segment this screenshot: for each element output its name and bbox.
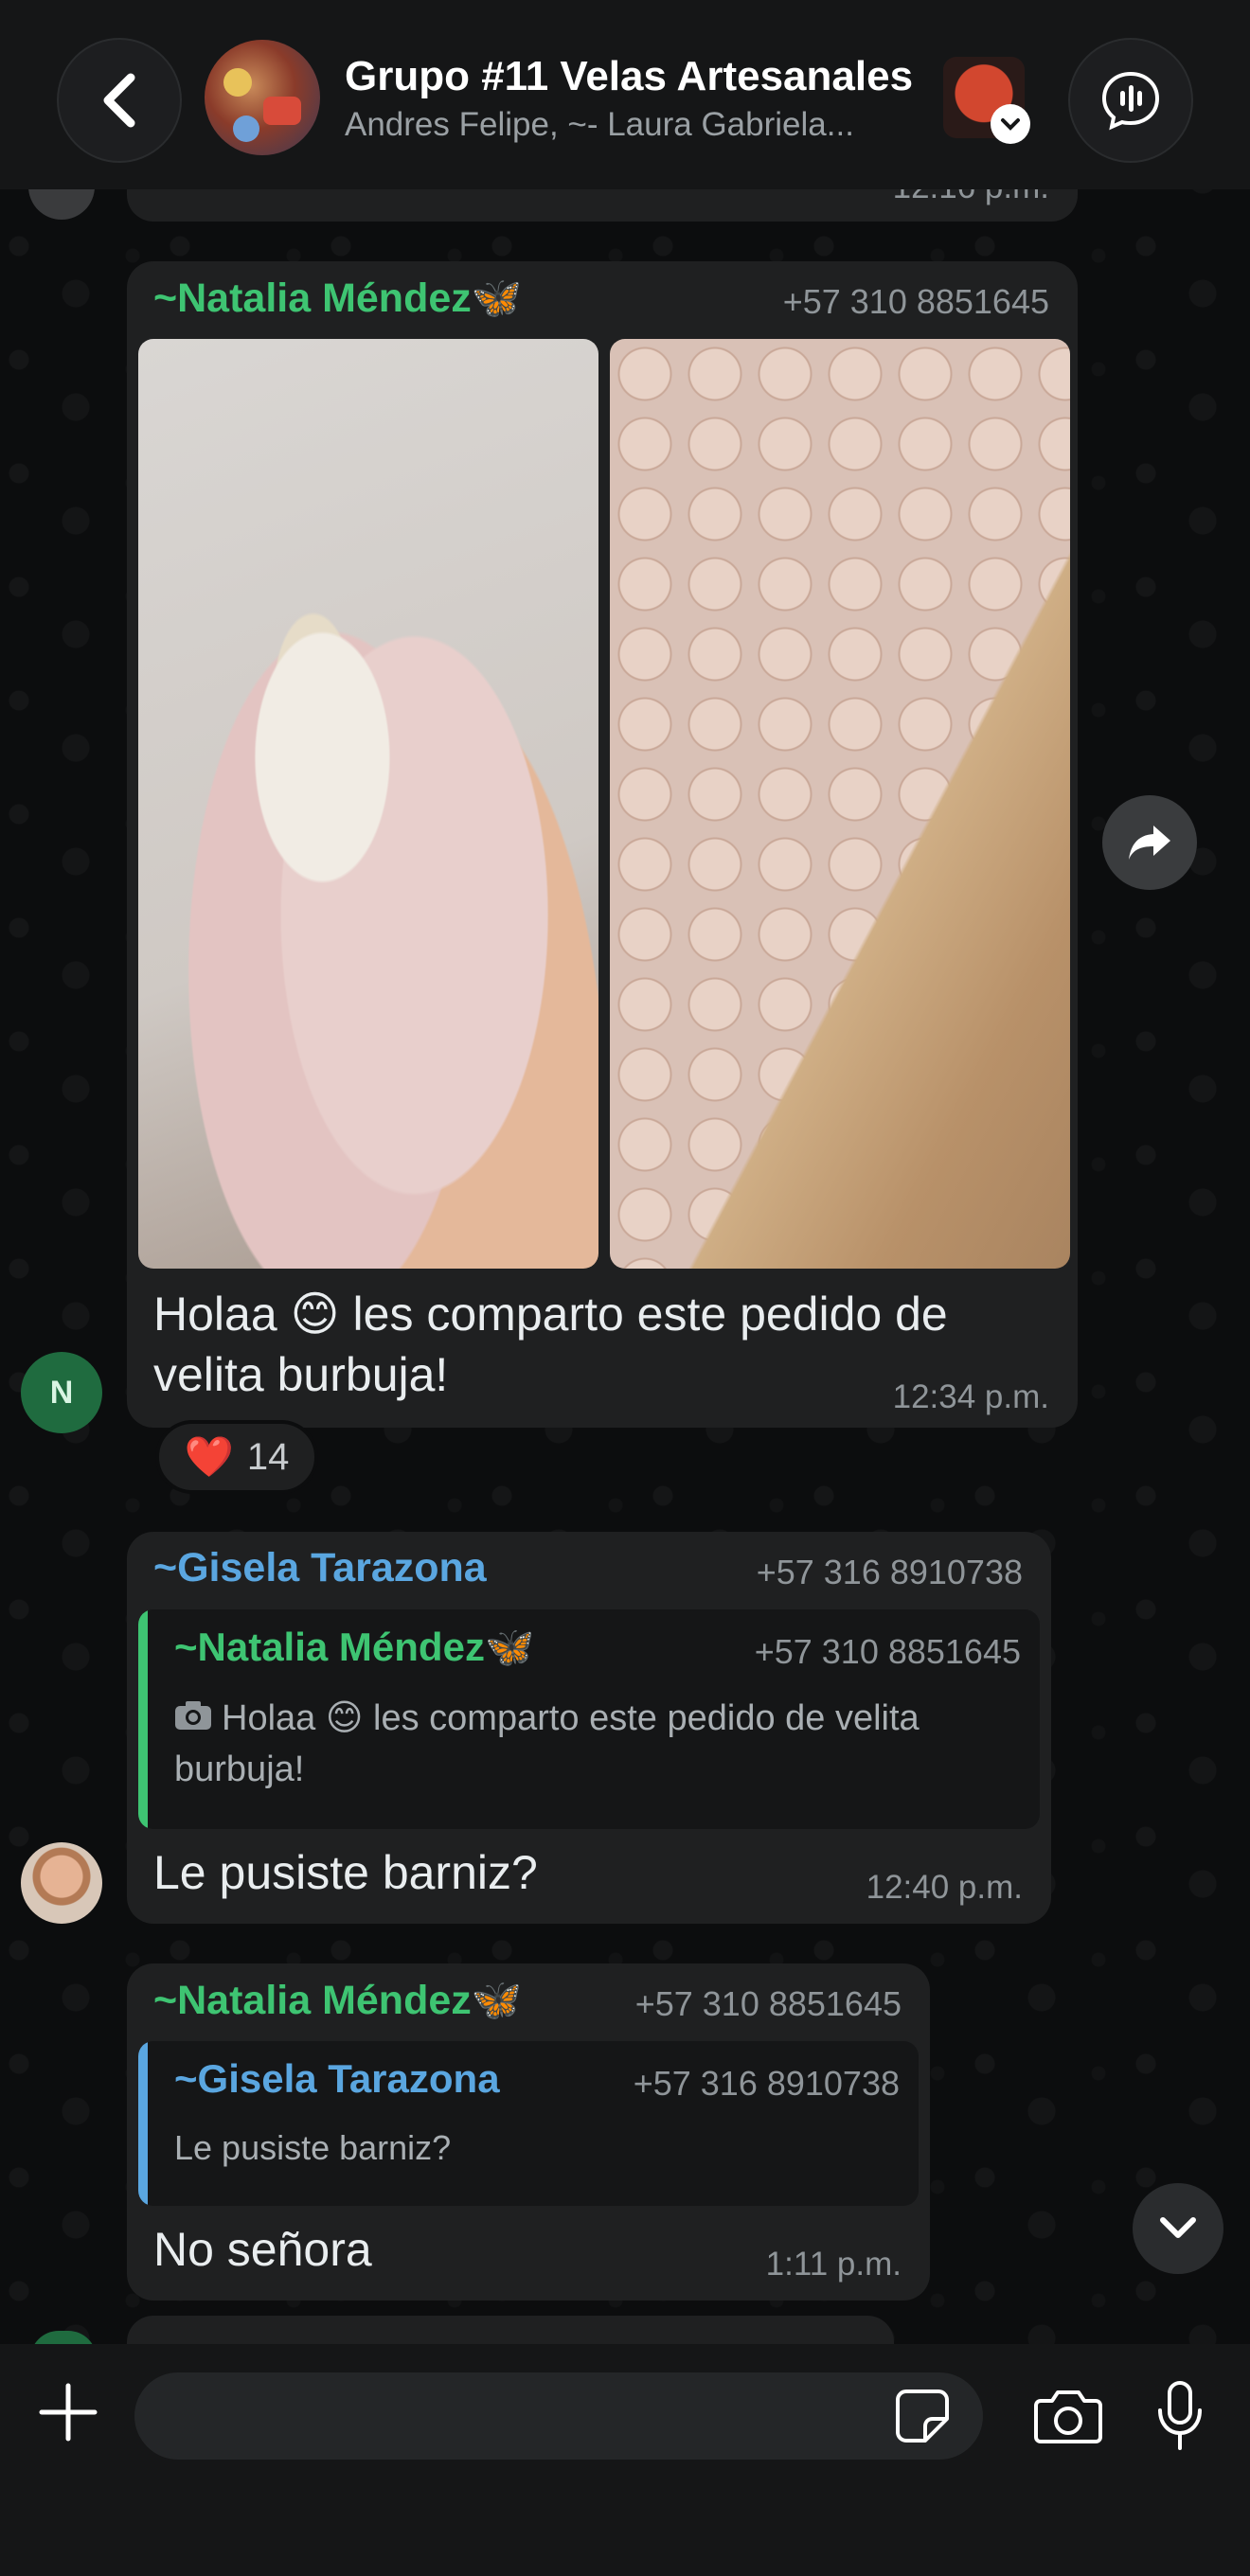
message-bubble-gisela[interactable]: ~Gisela Tarazona +57 316 8910738 ~Natali… (127, 1532, 1051, 1924)
forward-arrow-icon (1129, 826, 1170, 860)
chat-header: Grupo #11 Velas Artesanales Andres Felip… (0, 0, 1250, 189)
microphone-icon (1158, 2381, 1202, 2450)
message-time: 1:11 p.m. (765, 2246, 902, 2283)
message-time: 12:34 p.m. (892, 1378, 1049, 1415)
quoted-sender: ~Natalia Méndez🦋 (174, 1625, 535, 1669)
sender-name[interactable]: ~Natalia Méndez🦋 (153, 1977, 522, 2024)
message-input[interactable] (134, 2372, 983, 2460)
sender-name[interactable]: ~Natalia Méndez🦋 (153, 275, 522, 322)
reaction-pill[interactable]: ❤️ 14 (155, 1420, 318, 1494)
sender-avatar-natalia[interactable]: N (21, 1352, 102, 1433)
chevron-down-icon (1160, 2217, 1196, 2238)
message-composer (0, 2344, 1250, 2576)
plus-icon (39, 2383, 98, 2442)
forward-button[interactable] (1102, 795, 1197, 890)
quoted-phone: +57 310 8851645 (754, 1632, 1021, 1671)
message-bubble-natalia-reply[interactable]: ~Natalia Méndez🦋 +57 310 8851645 ~Gisela… (127, 1963, 930, 2301)
quoted-text: Holaa 😊 les comparto este pedido de veli… (174, 1698, 920, 1789)
quote-bar (138, 1609, 148, 1829)
camera-button[interactable] (1032, 2382, 1104, 2450)
quoted-phone: +57 316 8910738 (633, 2064, 900, 2103)
sender-name[interactable]: ~Gisela Tarazona (153, 1545, 487, 1591)
reaction-count: 14 (246, 1435, 290, 1478)
message-text: No señora (153, 2223, 372, 2276)
chevron-left-icon (103, 73, 135, 128)
audio-wave-icon (1101, 71, 1160, 131)
attach-button[interactable] (34, 2378, 102, 2446)
voice-chat-button[interactable] (1068, 38, 1193, 163)
quoted-text: Le pusiste barniz? (174, 2128, 452, 2167)
group-avatar[interactable] (205, 40, 320, 155)
sticker-button[interactable] (892, 2386, 953, 2446)
back-button[interactable] (57, 38, 182, 163)
message-bubble-natalia-photos[interactable]: ~Natalia Méndez🦋 +57 310 8851645 Holaa 😊… (127, 261, 1078, 1428)
sender-phone: +57 310 8851645 (634, 1984, 902, 2023)
sticker-icon (896, 2389, 949, 2443)
chat-title[interactable]: Grupo #11 Velas Artesanales (345, 53, 913, 100)
microphone-button[interactable] (1150, 2378, 1210, 2454)
message-text: Le pusiste barniz? (153, 1846, 538, 1899)
heart-reaction-icon: ❤️ (184, 1433, 234, 1479)
quote-bar (138, 2041, 148, 2206)
sender-phone: +57 310 8851645 (782, 282, 1049, 321)
community-badge[interactable] (943, 57, 1030, 144)
quoted-message[interactable]: ~Natalia Méndez🦋 +57 310 8851645 Holaa 😊… (138, 1609, 1040, 1829)
sender-phone: +57 316 8910738 (756, 1553, 1023, 1591)
quoted-message[interactable]: ~Gisela Tarazona +57 316 8910738 Le pusi… (138, 2041, 919, 2206)
chat-members[interactable]: Andres Felipe, ~- Laura Gabriela... (345, 106, 932, 144)
candle-photo-hand[interactable] (138, 339, 598, 1269)
quoted-sender: ~Gisela Tarazona (174, 2056, 500, 2101)
scroll-to-bottom-button[interactable] (1133, 2183, 1223, 2274)
chevron-down-icon (991, 104, 1030, 144)
candle-photo-box[interactable] (610, 339, 1070, 1269)
camera-icon (1034, 2390, 1102, 2443)
sender-avatar-gisela[interactable] (21, 1842, 102, 1924)
message-time: 12:40 p.m. (866, 1869, 1023, 1906)
